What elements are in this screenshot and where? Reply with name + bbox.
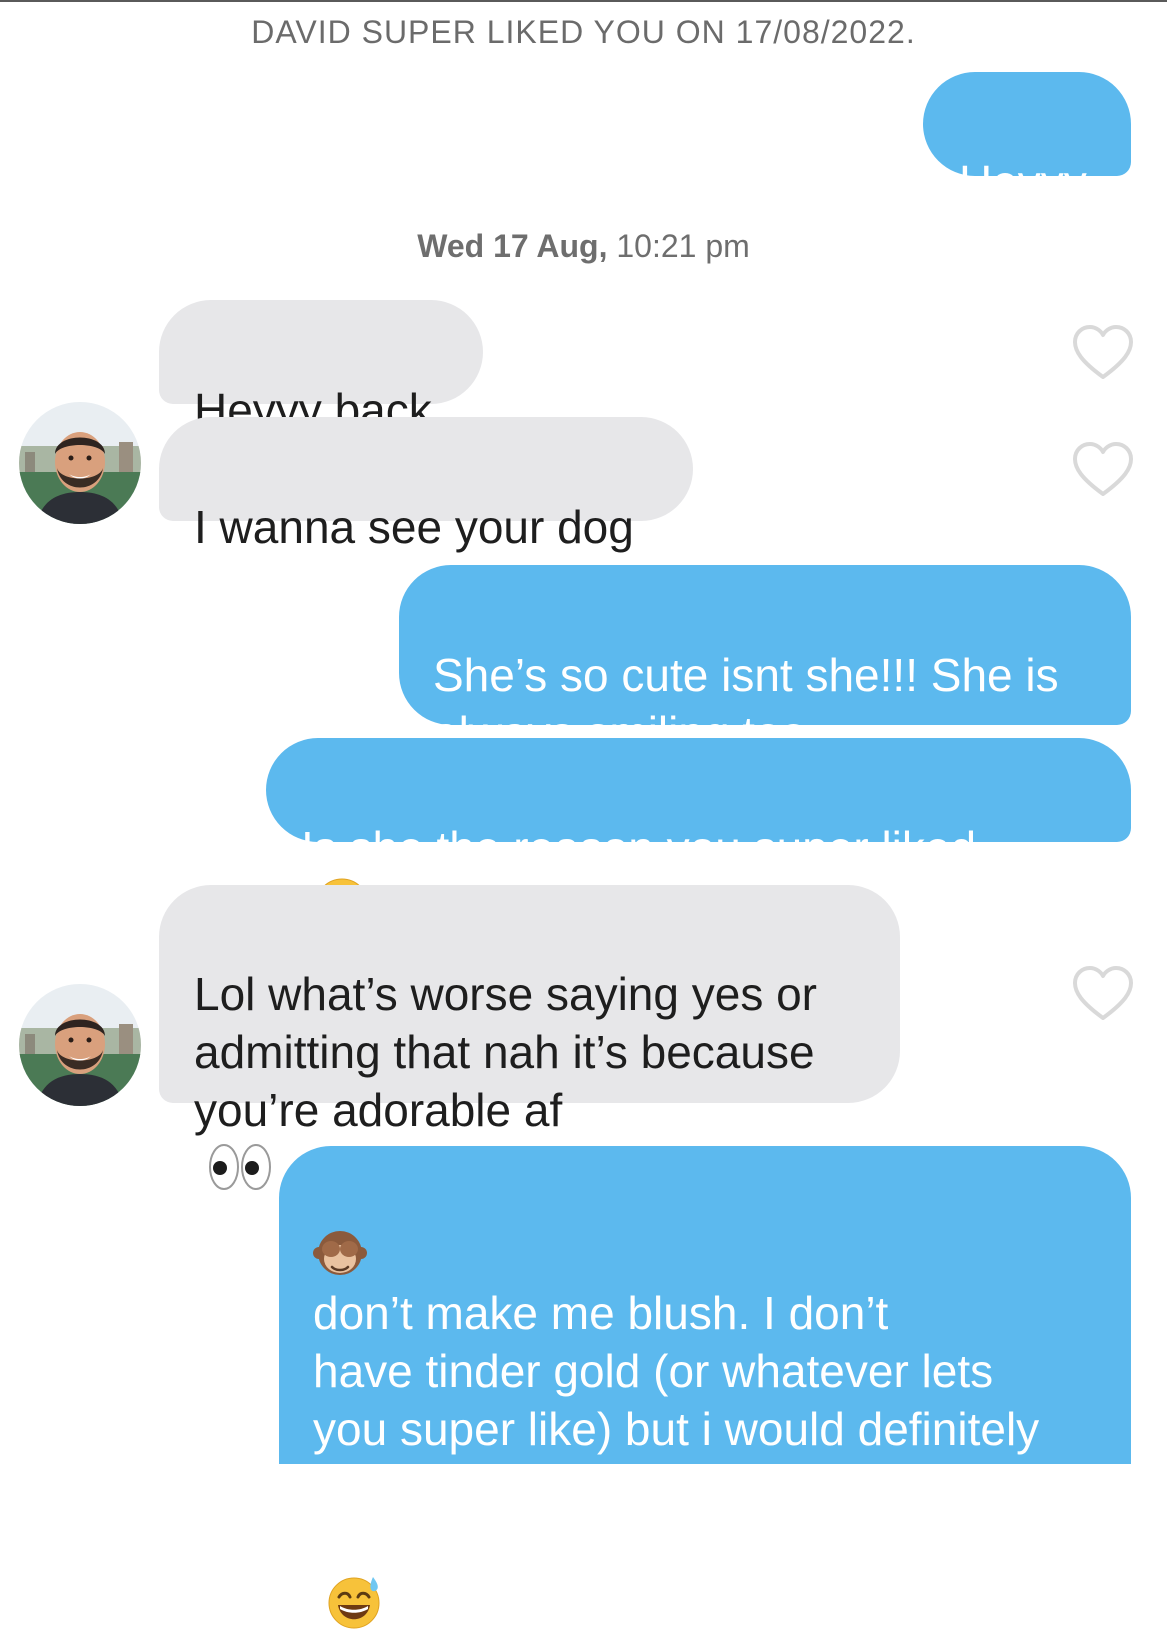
timestamp-date: Wed 17 Aug, (417, 228, 608, 264)
message-text: I wanna see your dog (194, 501, 634, 553)
message-text: don’t make me blush. I don’t have tinder… (313, 1287, 1040, 1571)
message-text: Heyyy (959, 156, 1087, 208)
avatar[interactable] (19, 984, 141, 1106)
message-received-heyyy-back[interactable]: Heyyy back (159, 300, 483, 436)
avatar[interactable] (19, 402, 141, 524)
message-sent-blush[interactable]: don’t make me blush. I don’t have tinder… (279, 1146, 1131, 1629)
message-text: Is she the reason you super liked (301, 822, 977, 874)
chat-timestamp: Wed 17 Aug, 10:21 pm (0, 228, 1167, 265)
message-text: Lol what’s worse saying yes or admitting… (194, 968, 817, 1136)
timestamp-time: 10:21 pm (616, 228, 750, 264)
like-heart-icon[interactable] (1073, 966, 1133, 1022)
message-received-see-dog[interactable]: I wanna see your dog (159, 417, 693, 553)
sweat-smile-emoji-icon (328, 1576, 380, 1629)
top-divider (0, 0, 1167, 2)
message-sent-heyyy[interactable]: Heyyy (923, 72, 1131, 208)
message-sent-reason[interactable]: Is she the reason you super liked (266, 738, 1131, 932)
like-heart-icon[interactable] (1073, 442, 1133, 498)
message-sent-so-cute[interactable]: She’s so cute isnt she!!! She is always … (399, 565, 1131, 759)
message-received-adorable[interactable]: Lol what’s worse saying yes or admitting… (159, 885, 900, 1190)
see-no-evil-monkey-emoji-icon (313, 1230, 367, 1275)
eyes-emoji-icon (209, 1143, 271, 1190)
super-like-notice: DAVID SUPER LIKED YOU ON 17/08/2022. (251, 14, 916, 50)
like-heart-icon[interactable] (1073, 325, 1133, 381)
profile-photo-icon (19, 402, 141, 524)
profile-photo-icon (19, 984, 141, 1106)
